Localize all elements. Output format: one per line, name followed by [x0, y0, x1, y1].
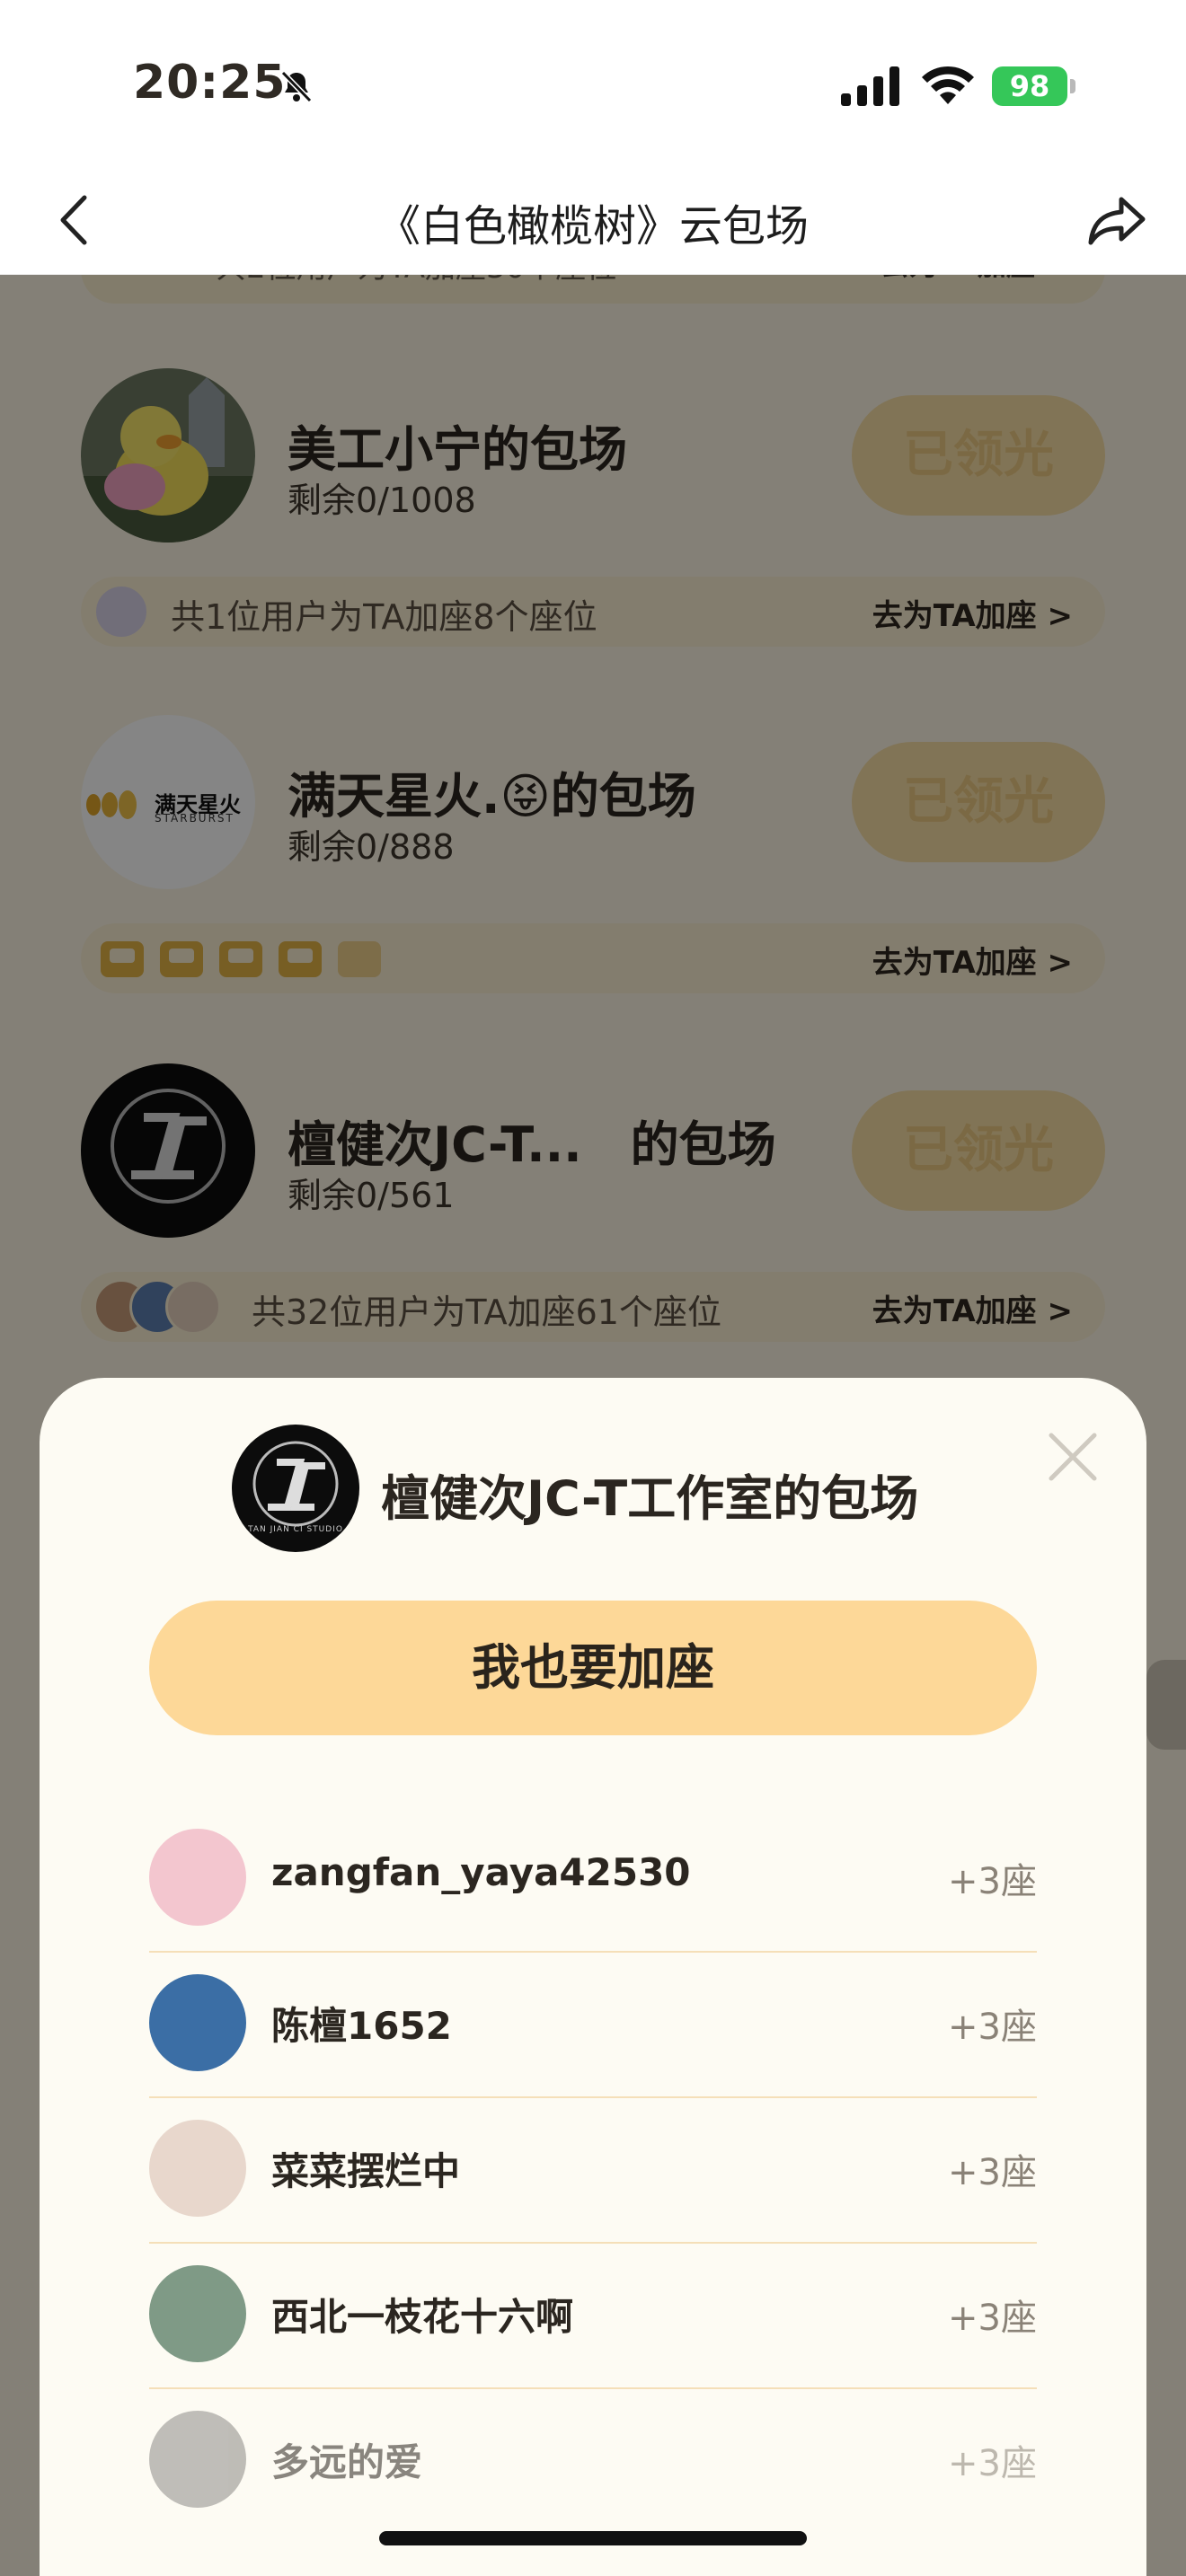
- user-name: zangfan_yaya42530: [271, 1850, 691, 1894]
- seat-list-sheet: TAN JIAN CI STUDIO 檀健次JC-T工作室的包场 我也要加座 z…: [40, 1378, 1146, 2576]
- bell-muted-icon: [280, 70, 313, 103]
- user-name: 菜菜摆烂中: [271, 2149, 461, 2193]
- cellular-signal-icon: [841, 66, 899, 106]
- list-item[interactable]: 多远的爱 +3座: [149, 2389, 1037, 2535]
- list-item[interactable]: zangfan_yaya42530 +3座: [149, 1807, 1037, 1953]
- seat-count: +3座: [948, 2443, 1037, 2484]
- user-name: 西北一枝花十六啊: [271, 2295, 574, 2339]
- avatar: [149, 2120, 246, 2217]
- wifi-icon: [922, 66, 974, 104]
- status-time: 20:25: [133, 56, 287, 110]
- share-icon[interactable]: [1085, 189, 1150, 251]
- user-name: 陈檀1652: [271, 2004, 452, 2048]
- list-item[interactable]: 菜菜摆烂中 +3座: [149, 2098, 1037, 2244]
- studio-avatar: TAN JIAN CI STUDIO: [232, 1425, 359, 1552]
- list-item[interactable]: 西北一枝花十六啊 +3座: [149, 2244, 1037, 2389]
- avatar: [149, 2265, 246, 2362]
- contributor-list: zangfan_yaya42530 +3座 陈檀1652 +3座 菜菜摆烂中 +3座 西北一…: [149, 1807, 1037, 2535]
- avatar: [149, 2411, 246, 2508]
- avatar: [149, 1974, 246, 2071]
- battery-level: 98: [992, 66, 1067, 106]
- home-indicator: [379, 2531, 807, 2545]
- avatar: [149, 1829, 246, 1926]
- seat-count: +3座: [948, 1861, 1037, 1902]
- seat-count: +3座: [948, 2007, 1037, 2048]
- nav-bar: 《白色橄榄树》云包场: [0, 171, 1186, 275]
- join-seat-button[interactable]: 我也要加座: [149, 1601, 1037, 1735]
- list-item[interactable]: 陈檀1652 +3座: [149, 1953, 1037, 2098]
- back-arrow-icon[interactable]: [50, 189, 104, 251]
- user-name: 多远的爱: [271, 2440, 423, 2484]
- battery-icon: 98: [992, 66, 1076, 106]
- sheet-title: 檀健次JC-T工作室的包场: [381, 1470, 919, 1527]
- page-title: 《白色橄榄树》云包场: [376, 201, 809, 251]
- seat-count: +3座: [948, 2298, 1037, 2339]
- status-bar: 20:25 98: [0, 0, 1186, 171]
- close-icon[interactable]: [1042, 1426, 1103, 1487]
- seat-count: +3座: [948, 2152, 1037, 2193]
